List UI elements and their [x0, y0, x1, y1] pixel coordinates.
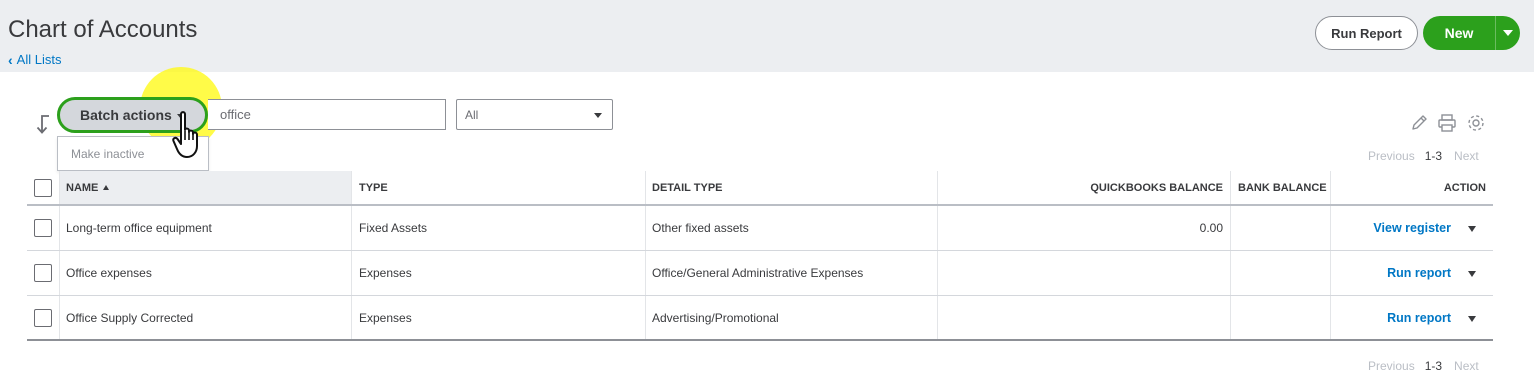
quickbooks-balance — [937, 296, 1223, 339]
table-row: Long-term office equipment Fixed Assets … — [27, 206, 1493, 251]
search-input[interactable] — [208, 99, 446, 130]
column-header-detail-type[interactable]: DETAIL TYPE — [652, 171, 723, 204]
new-button-label: New — [1444, 25, 1474, 41]
pencil-icon[interactable] — [1409, 113, 1429, 133]
collapse-arrow-icon[interactable] — [34, 112, 52, 136]
hand-pointer-icon — [172, 111, 198, 158]
next-page-link[interactable]: Next — [1454, 149, 1479, 163]
account-name[interactable]: Long-term office equipment — [66, 206, 212, 250]
chevron-left-icon: ‹ — [8, 51, 13, 68]
printer-icon[interactable] — [1437, 113, 1457, 133]
page-header — [0, 0, 1534, 72]
account-type: Expenses — [359, 310, 412, 325]
account-name[interactable]: Office expenses — [66, 251, 152, 295]
account-name[interactable]: Office Supply Corrected — [66, 296, 193, 339]
account-type: Fixed Assets — [359, 221, 428, 235]
row-checkbox[interactable] — [34, 308, 52, 327]
column-header-name[interactable]: NAME — [66, 171, 110, 204]
page-range: 1-3 — [1424, 149, 1443, 163]
table-row: Office Supply Corrected Expenses Adverti… — [27, 296, 1493, 341]
batch-actions-label: Batch actions — [80, 107, 172, 123]
detail-type: Advertising/Promotional — [652, 310, 779, 325]
row-checkbox[interactable] — [34, 219, 52, 237]
run-report-link[interactable]: Run report — [1387, 311, 1451, 325]
make-inactive-menu-item[interactable]: Make inactive — [71, 147, 144, 161]
next-page-link[interactable]: Next — [1454, 359, 1479, 373]
run-report-button[interactable]: Run Report — [1315, 16, 1418, 50]
table-header-row: NAME TYPE DETAIL TYPE QUICKBOOKS BALANCE… — [27, 171, 1493, 206]
sort-ascending-icon — [103, 185, 110, 190]
column-header-type[interactable]: TYPE — [359, 171, 388, 204]
detail-type: Other fixed assets — [652, 221, 749, 235]
column-header-action: ACTION — [1443, 181, 1486, 194]
all-lists-link[interactable]: ‹ All Lists — [8, 52, 61, 67]
pagination-bottom: Previous 1-3 Next — [1368, 359, 1479, 373]
pagination-top: Previous 1-3 Next — [1368, 149, 1479, 163]
table-row: Office expenses Expenses Office/General … — [27, 251, 1493, 296]
quickbooks-balance: 0.00 — [1199, 221, 1223, 235]
detail-type: Office/General Administrative Expenses — [652, 266, 864, 280]
filter-value: All — [465, 107, 479, 122]
accounts-table: NAME TYPE DETAIL TYPE QUICKBOOKS BALANCE… — [27, 171, 1493, 341]
gear-icon[interactable] — [1466, 113, 1486, 133]
previous-page-link[interactable]: Previous — [1368, 359, 1415, 373]
row-checkbox[interactable] — [34, 264, 52, 282]
run-report-link[interactable]: Run report — [1387, 266, 1451, 280]
page-range: 1-3 — [1424, 359, 1443, 373]
column-header-bank-balance[interactable]: BANK BALANCE — [1238, 171, 1327, 204]
previous-page-link[interactable]: Previous — [1368, 149, 1415, 163]
view-register-link[interactable]: View register — [1373, 221, 1451, 235]
page-title: Chart of Accounts — [8, 16, 198, 43]
account-type: Expenses — [359, 266, 412, 280]
action-dropdown-icon[interactable] — [1468, 271, 1476, 277]
action-dropdown-icon[interactable] — [1468, 316, 1476, 322]
caret-down-icon — [1503, 30, 1513, 36]
all-lists-label: All Lists — [16, 52, 62, 67]
account-filter-select[interactable]: All — [456, 99, 613, 130]
quickbooks-balance — [937, 251, 1223, 295]
new-button[interactable]: New — [1423, 16, 1520, 50]
column-header-quickbooks-balance[interactable]: QUICKBOOKS BALANCE — [937, 171, 1223, 204]
select-all-checkbox[interactable] — [34, 178, 52, 197]
caret-down-icon — [594, 113, 602, 118]
action-dropdown-icon[interactable] — [1468, 226, 1476, 232]
